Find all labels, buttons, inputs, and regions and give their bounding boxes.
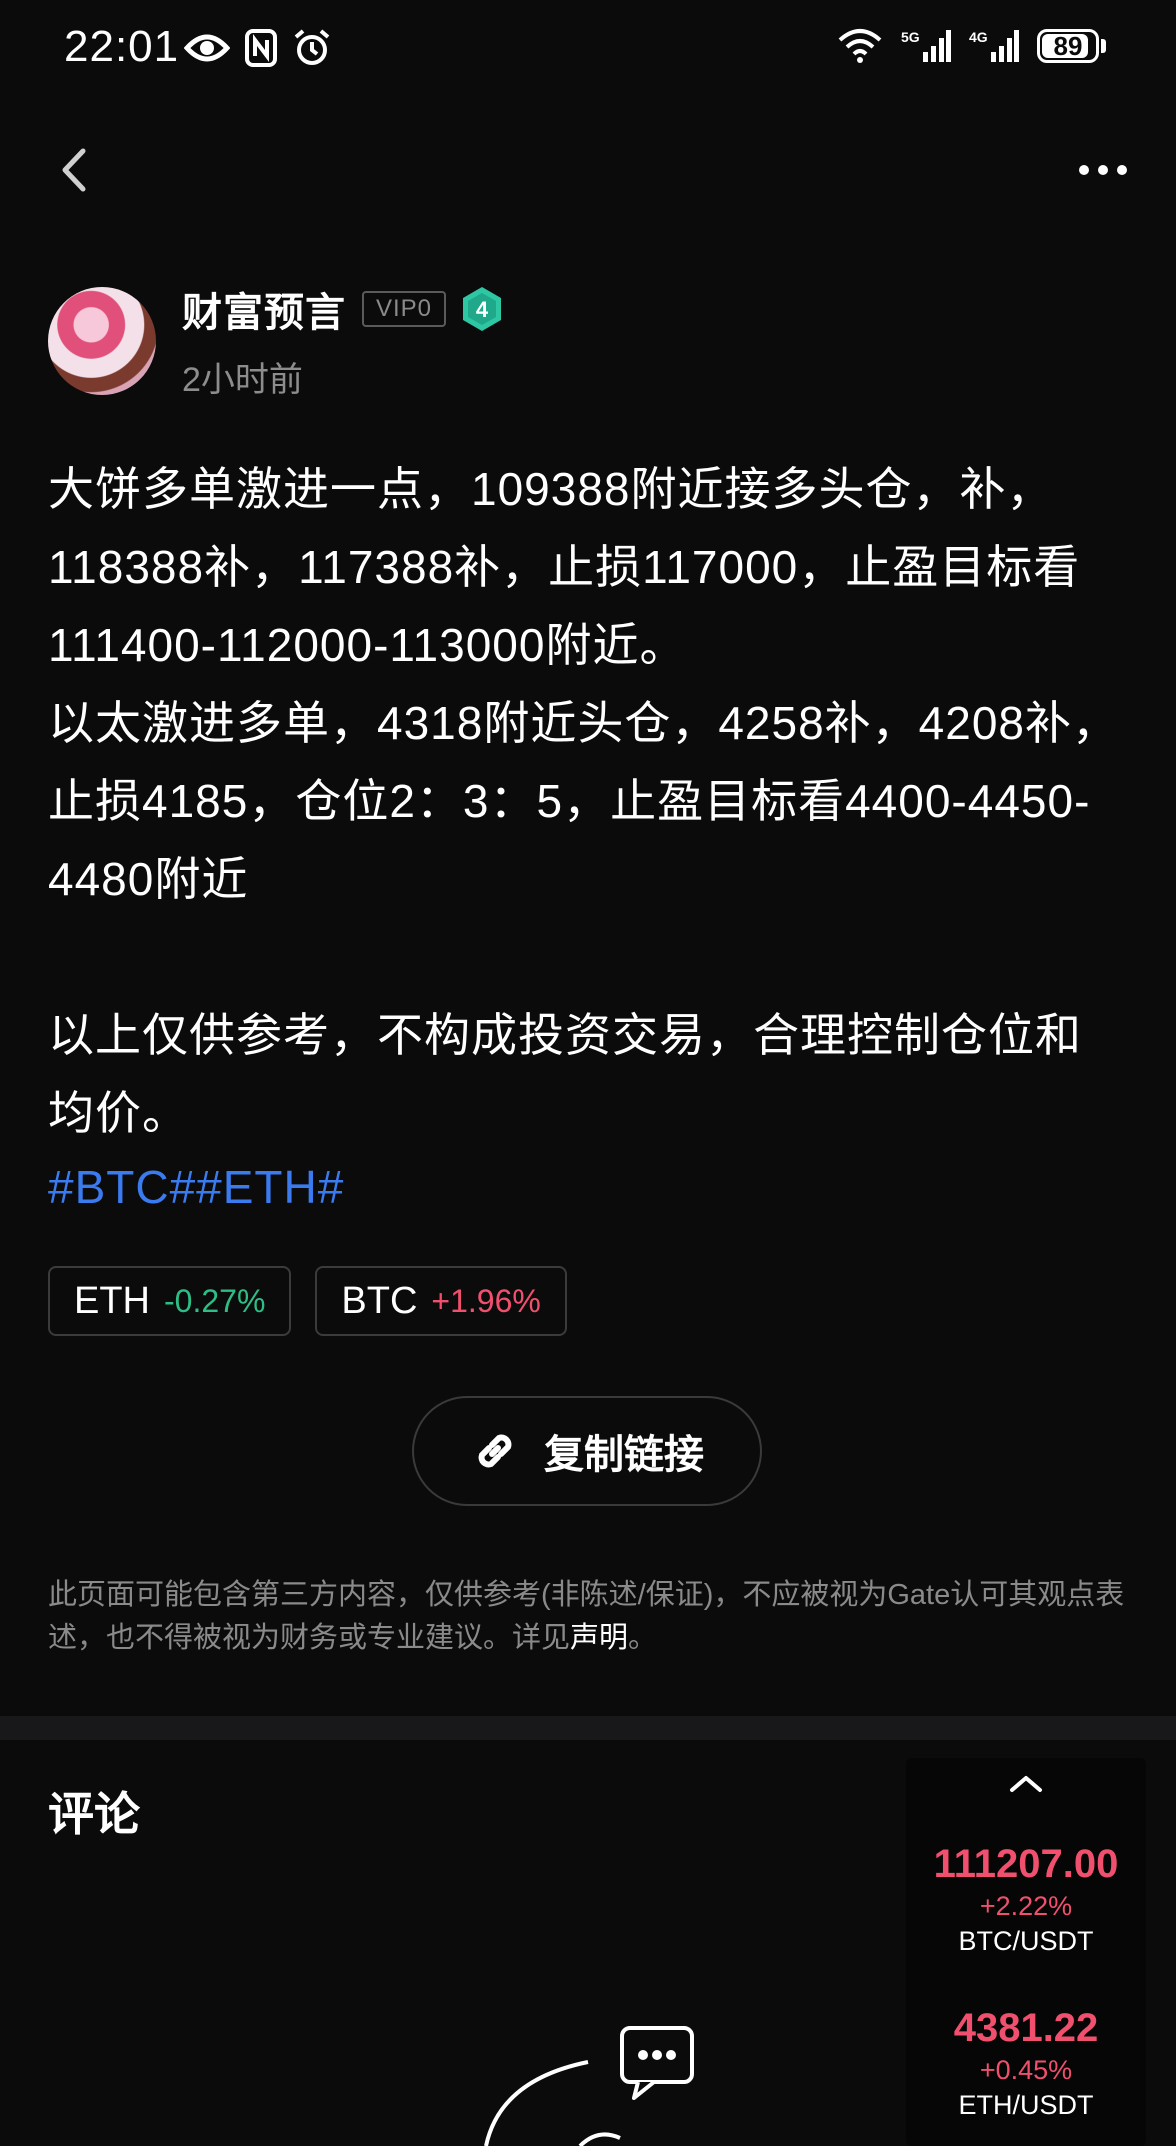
level-badge-number: 4: [476, 297, 489, 322]
disclaimer-end: 。: [628, 1622, 658, 1654]
copy-link-label: 复制链接: [544, 1433, 704, 1477]
signal-5g-icon: 5G: [901, 29, 951, 62]
coin-symbol: BTC: [341, 1279, 418, 1322]
author-name[interactable]: 财富预言: [182, 280, 346, 338]
avatar[interactable]: [48, 286, 156, 395]
status-bar: 22:01 5G 4G 89: [0, 0, 1176, 100]
coin-change: +1.96%: [431, 1282, 541, 1319]
post-content: 大饼多单激进一点，109388附近接多头仓，补，118388补，117388补，…: [48, 450, 1128, 1152]
ticker-collapse-button[interactable]: [996, 1764, 1056, 1804]
link-icon: [478, 1434, 512, 1468]
svg-text:4G: 4G: [969, 29, 988, 45]
ticker-change: +0.45%: [979, 2055, 1073, 2085]
signal-4g-icon: 4G: [969, 29, 1019, 62]
post-paragraph: 以太激进多单，4318附近头仓，4258补，4208补，止损4185，仓位2：3…: [48, 697, 1119, 905]
copy-link-button[interactable]: 复制链接: [412, 1396, 762, 1506]
floating-ticker[interactable]: 111207.00 +2.22% BTC/USDT 4381.22 +0.45%…: [906, 1758, 1146, 2146]
statement-link[interactable]: 声明: [570, 1622, 628, 1654]
battery-indicator: 89: [1037, 29, 1106, 63]
section-divider: [0, 1716, 1176, 1740]
ticker-change: +2.22%: [979, 1891, 1073, 1921]
status-left-icons: [184, 28, 332, 68]
alarm-icon: [294, 29, 330, 65]
chat-bubble-icon: [484, 2026, 694, 2146]
battery-percent: 89: [1053, 30, 1083, 61]
author-header: 财富预言 VIP0 4 2小时前: [48, 280, 504, 401]
more-button[interactable]: [1068, 140, 1138, 200]
chevron-up-icon: [1010, 1776, 1042, 1792]
ticker-pair: BTC/USDT: [958, 1926, 1094, 1956]
coin-chip-eth[interactable]: ETH -0.27%: [48, 1266, 292, 1336]
wifi-icon: [838, 29, 882, 63]
post-paragraph: 大饼多单激进一点，109388附近接多头仓，补，118388补，117388补，…: [48, 463, 1081, 671]
vip-badge: VIP0: [362, 291, 447, 327]
nfc-icon: [245, 29, 277, 67]
ticker-item-btc[interactable]: 111207.00 +2.22% BTC/USDT: [906, 1842, 1146, 1957]
comments-title: 评论: [48, 1788, 140, 1840]
ticker-price: 111207.00: [933, 1842, 1119, 1886]
coin-symbol: ETH: [74, 1279, 150, 1322]
svg-text:5G: 5G: [901, 29, 920, 45]
eye-icon: [184, 34, 230, 62]
level-badge-icon: 4: [463, 287, 502, 331]
coin-change: -0.27%: [164, 1282, 266, 1319]
status-time: 22:01: [64, 22, 180, 71]
author-info: 财富预言 VIP0 4 2小时前: [182, 280, 504, 401]
post-time: 2小时前: [182, 361, 303, 399]
back-button[interactable]: [48, 140, 100, 200]
coin-chip-btc[interactable]: BTC +1.96%: [315, 1266, 567, 1336]
hashtag-links[interactable]: #BTC##ETH#: [48, 1160, 344, 1214]
ticker-pair: ETH/USDT: [958, 2090, 1094, 2120]
chevron-left-icon: [62, 148, 86, 192]
post-paragraph: 以上仅供参考，不构成投资交易，合理控制仓位和均价。: [48, 1009, 1082, 1139]
ticker-price: 4381.22: [953, 2006, 1099, 2050]
more-horizontal-icon: [1079, 165, 1127, 175]
ticker-item-eth[interactable]: 4381.22 +0.45% ETH/USDT: [906, 2006, 1146, 2121]
disclaimer: 此页面可能包含第三方内容，仅供参考(非陈述/保证)，不应被视为Gate认可其观点…: [48, 1574, 1128, 1660]
status-right-icons: 5G 4G 89: [837, 28, 1106, 64]
coin-chips: ETH -0.27% BTC +1.96%: [48, 1266, 567, 1336]
